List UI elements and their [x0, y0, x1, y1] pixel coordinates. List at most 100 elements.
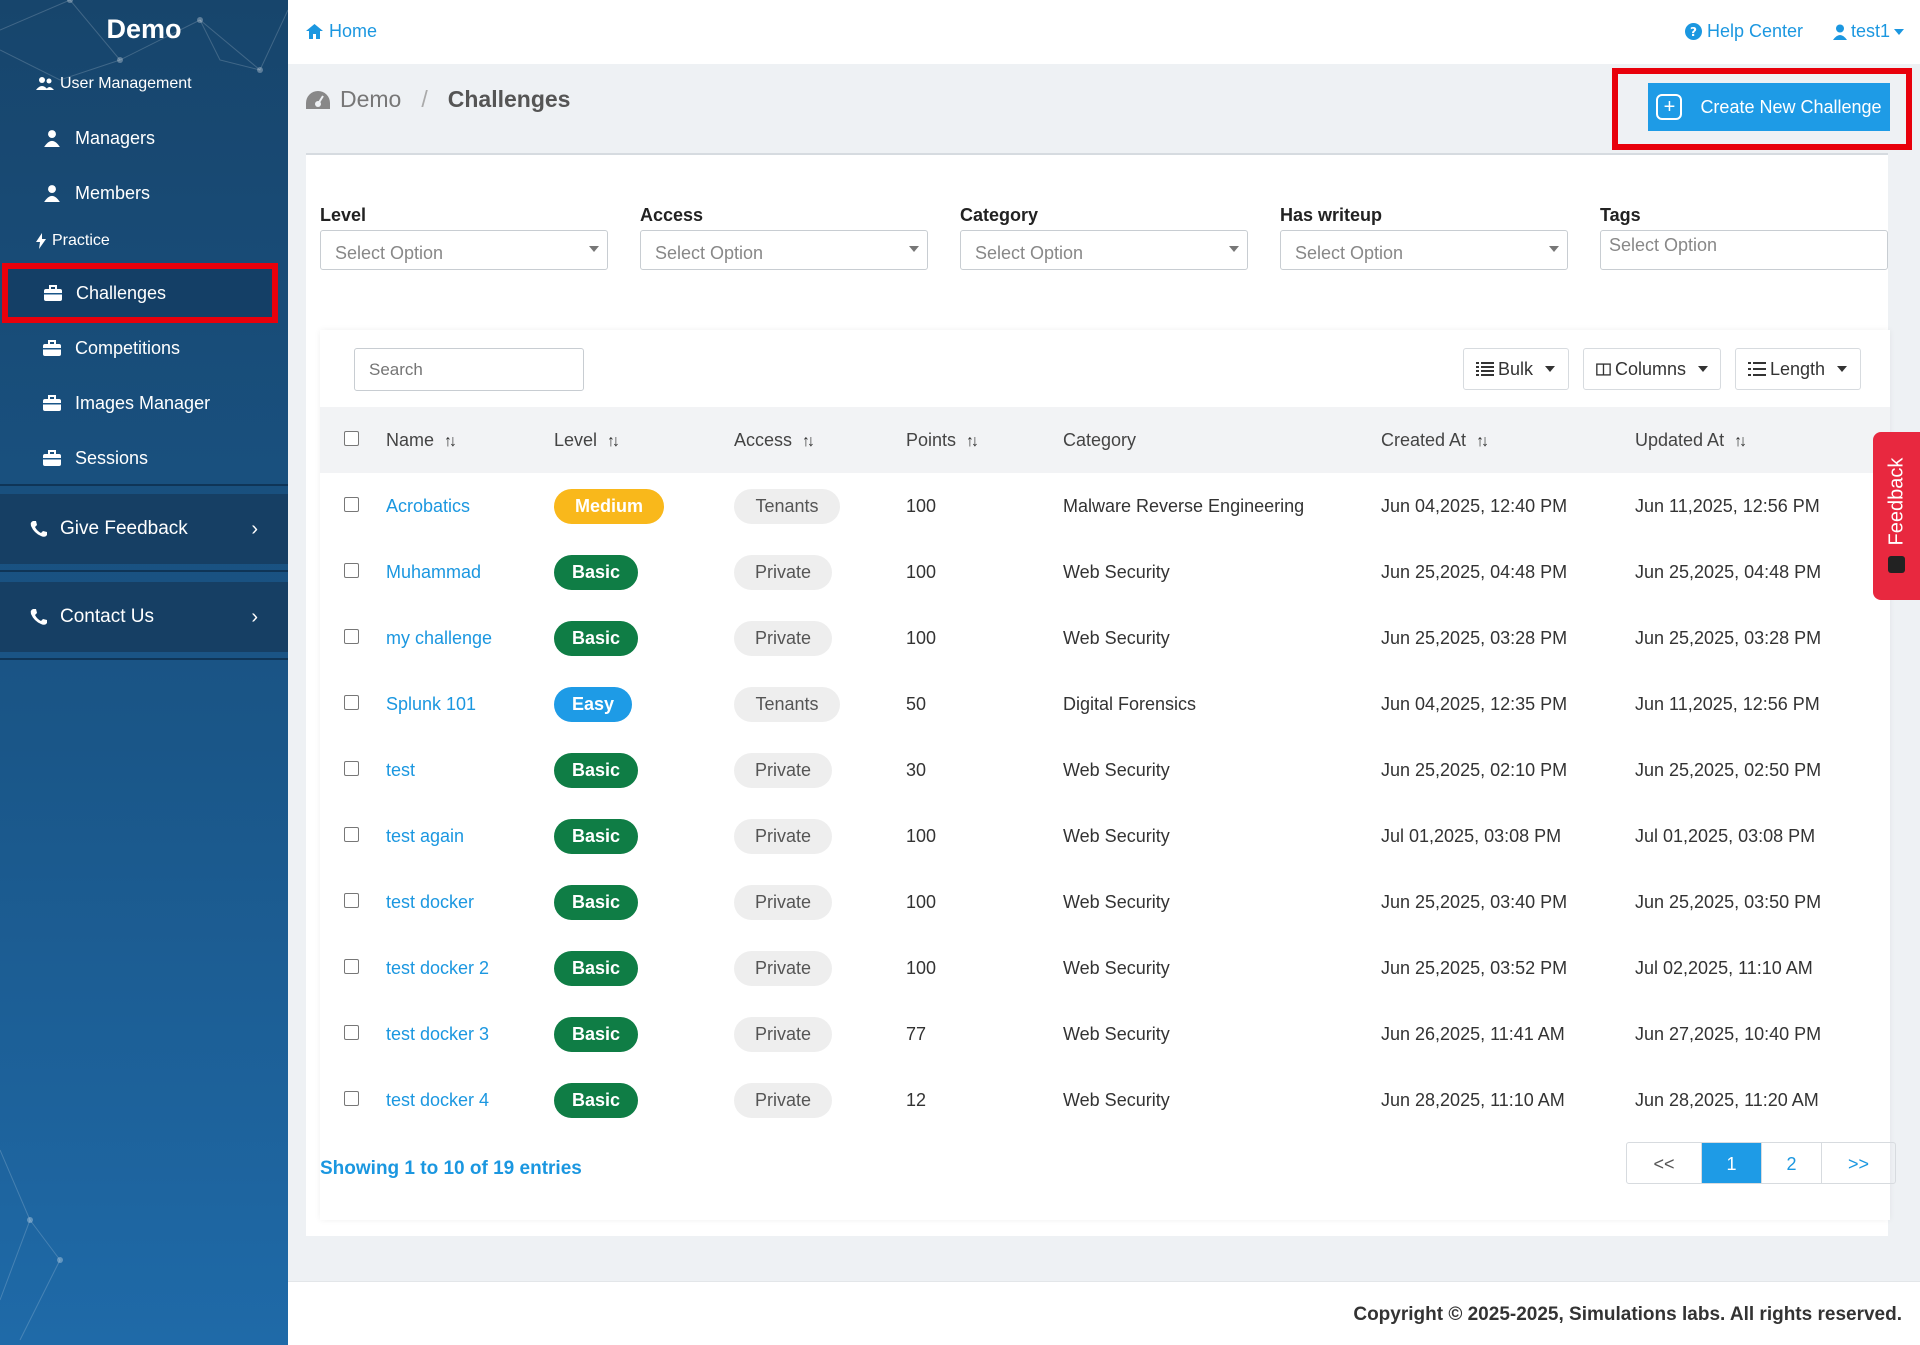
page-last-button[interactable]: >>: [1821, 1143, 1895, 1183]
challenge-name-link[interactable]: test docker 2: [386, 958, 489, 978]
challenge-name-link[interactable]: test docker: [386, 892, 474, 912]
user-icon: [44, 130, 60, 147]
created-at-value: Jul 01,2025, 03:08 PM: [1381, 825, 1562, 846]
sort-icon[interactable]: ↑↓: [444, 433, 457, 450]
search-input[interactable]: [354, 348, 584, 391]
sidebar-item-challenges[interactable]: Challenges: [2, 263, 278, 323]
challenge-name-link[interactable]: test docker 4: [386, 1090, 489, 1110]
access-pill: Private: [734, 554, 832, 590]
row-checkbox[interactable]: [344, 496, 359, 512]
row-checkbox[interactable]: [344, 1090, 359, 1106]
row-checkbox[interactable]: [344, 562, 359, 578]
row-checkbox[interactable]: [344, 892, 359, 908]
row-checkbox[interactable]: [344, 760, 359, 776]
challenge-name-link[interactable]: Splunk 101: [386, 694, 476, 714]
challenge-name-link[interactable]: Acrobatics: [386, 496, 470, 516]
created-at-value: Jun 25,2025, 03:40 PM: [1381, 891, 1568, 912]
bulk-button[interactable]: Bulk: [1463, 348, 1569, 390]
length-button[interactable]: Length: [1735, 348, 1861, 390]
page-first-button[interactable]: <<: [1627, 1143, 1701, 1183]
sidebar-item-give-feedback[interactable]: Give Feedback ›: [0, 494, 288, 564]
list-icon: [1476, 362, 1494, 376]
row-checkbox[interactable]: [344, 628, 359, 644]
sidebar-divider: [0, 484, 288, 486]
updated-at-value: Jun 11,2025, 12:56 PM: [1635, 495, 1820, 516]
header-created-at[interactable]: Created At ↑↓: [1381, 407, 1635, 473]
row-checkbox[interactable]: [344, 694, 359, 710]
category-select[interactable]: Select Option: [960, 230, 1248, 270]
table-row: test Basic Private 30 Web Security Jun 25,202…: [320, 737, 1890, 803]
header-category: Category: [1063, 407, 1381, 473]
table-row: test again Basic Private 100 Web Security Jul…: [320, 803, 1890, 869]
phone-icon: [30, 609, 47, 625]
challenge-name-link[interactable]: test: [386, 760, 415, 780]
table-row: Muhammad Basic Private 100 Web Security Jun 2…: [320, 539, 1890, 605]
access-pill: Tenants: [734, 686, 840, 722]
challenge-name-link[interactable]: my challenge: [386, 628, 492, 648]
select-placeholder: Select Option: [975, 243, 1084, 263]
sidebar-item-managers[interactable]: Managers: [8, 112, 274, 164]
filter-level: Level Select Option: [320, 205, 608, 270]
sort-icon[interactable]: ↑↓: [607, 433, 620, 450]
points-value: 100: [906, 627, 937, 648]
sidebar-item-images-manager[interactable]: Images Manager: [8, 377, 274, 429]
feedback-tab[interactable]: Feedback: [1873, 432, 1920, 600]
challenge-name-link[interactable]: test docker 3: [386, 1024, 489, 1044]
help-center-link[interactable]: ? Help Center: [1685, 21, 1803, 42]
select-all-checkbox[interactable]: [344, 430, 359, 446]
table-header-row: Name ↑↓ Level ↑↓ Access ↑↓ Points ↑↓ Categor…: [320, 407, 1890, 473]
sidebar-item-competitions[interactable]: Competitions: [8, 322, 274, 374]
sort-icon[interactable]: ↑↓: [1734, 433, 1747, 450]
table-row: Acrobatics Medium Tenants 100 Malware Revers…: [320, 473, 1890, 539]
chevron-right-icon: ›: [251, 517, 258, 540]
sort-icon[interactable]: ↑↓: [966, 433, 979, 450]
sidebar-item-sessions[interactable]: Sessions: [8, 432, 274, 484]
sort-icon[interactable]: ↑↓: [802, 433, 815, 450]
challenge-name-link[interactable]: test again: [386, 826, 464, 846]
header-points[interactable]: Points ↑↓: [906, 407, 1063, 473]
caret-down-icon: [1837, 366, 1848, 372]
category-value: Web Security: [1063, 627, 1170, 648]
filter-label: Access: [640, 205, 704, 225]
tags-input[interactable]: Select Option: [1600, 230, 1888, 270]
header-access[interactable]: Access ↑↓: [734, 407, 906, 473]
header-label: Access: [734, 429, 793, 450]
created-at-value: Jun 25,2025, 02:10 PM: [1381, 759, 1568, 780]
page-1-button[interactable]: 1: [1701, 1143, 1761, 1183]
level-select[interactable]: Select Option: [320, 230, 608, 270]
updated-at-value: Jun 25,2025, 02:50 PM: [1635, 759, 1822, 780]
page-2-button[interactable]: 2: [1761, 1143, 1821, 1183]
columns-button[interactable]: Columns: [1583, 348, 1721, 390]
has-writeup-select[interactable]: Select Option: [1280, 230, 1568, 270]
category-value: Web Security: [1063, 561, 1170, 582]
header-level[interactable]: Level ↑↓: [554, 407, 734, 473]
caret-down-icon: [909, 246, 919, 252]
select-placeholder: Select Option: [1295, 243, 1404, 263]
home-icon: [306, 24, 323, 39]
challenge-name-link[interactable]: Muhammad: [386, 562, 481, 582]
header-label: Created At: [1381, 429, 1467, 450]
user-menu[interactable]: test1: [1833, 21, 1905, 42]
header-name[interactable]: Name ↑↓: [386, 407, 554, 473]
access-select[interactable]: Select Option: [640, 230, 928, 270]
home-link[interactable]: Home: [306, 21, 377, 42]
row-checkbox[interactable]: [344, 1024, 359, 1040]
points-value: 100: [906, 561, 937, 582]
updated-at-value: Jun 25,2025, 03:28 PM: [1635, 627, 1822, 648]
create-new-challenge-button[interactable]: + Create New Challenge: [1648, 83, 1890, 131]
briefcase-icon: [43, 395, 61, 411]
sort-icon[interactable]: ↑↓: [1476, 433, 1489, 450]
header-updated-at[interactable]: Updated At ↑↓: [1635, 407, 1890, 473]
filter-label: Tags: [1600, 205, 1641, 225]
category-value: Web Security: [1063, 891, 1170, 912]
breadcrumb-root[interactable]: Demo: [340, 86, 401, 113]
row-checkbox[interactable]: [344, 826, 359, 842]
header-label: Name: [386, 429, 435, 450]
category-value: Web Security: [1063, 759, 1170, 780]
sidebar-item-members[interactable]: Members: [8, 167, 274, 219]
smile-icon: [1888, 556, 1905, 573]
sidebar-item-contact-us[interactable]: Contact Us ›: [0, 582, 288, 652]
row-checkbox[interactable]: [344, 958, 359, 974]
chevron-right-icon: ›: [251, 605, 258, 628]
phone-icon: [30, 521, 47, 537]
